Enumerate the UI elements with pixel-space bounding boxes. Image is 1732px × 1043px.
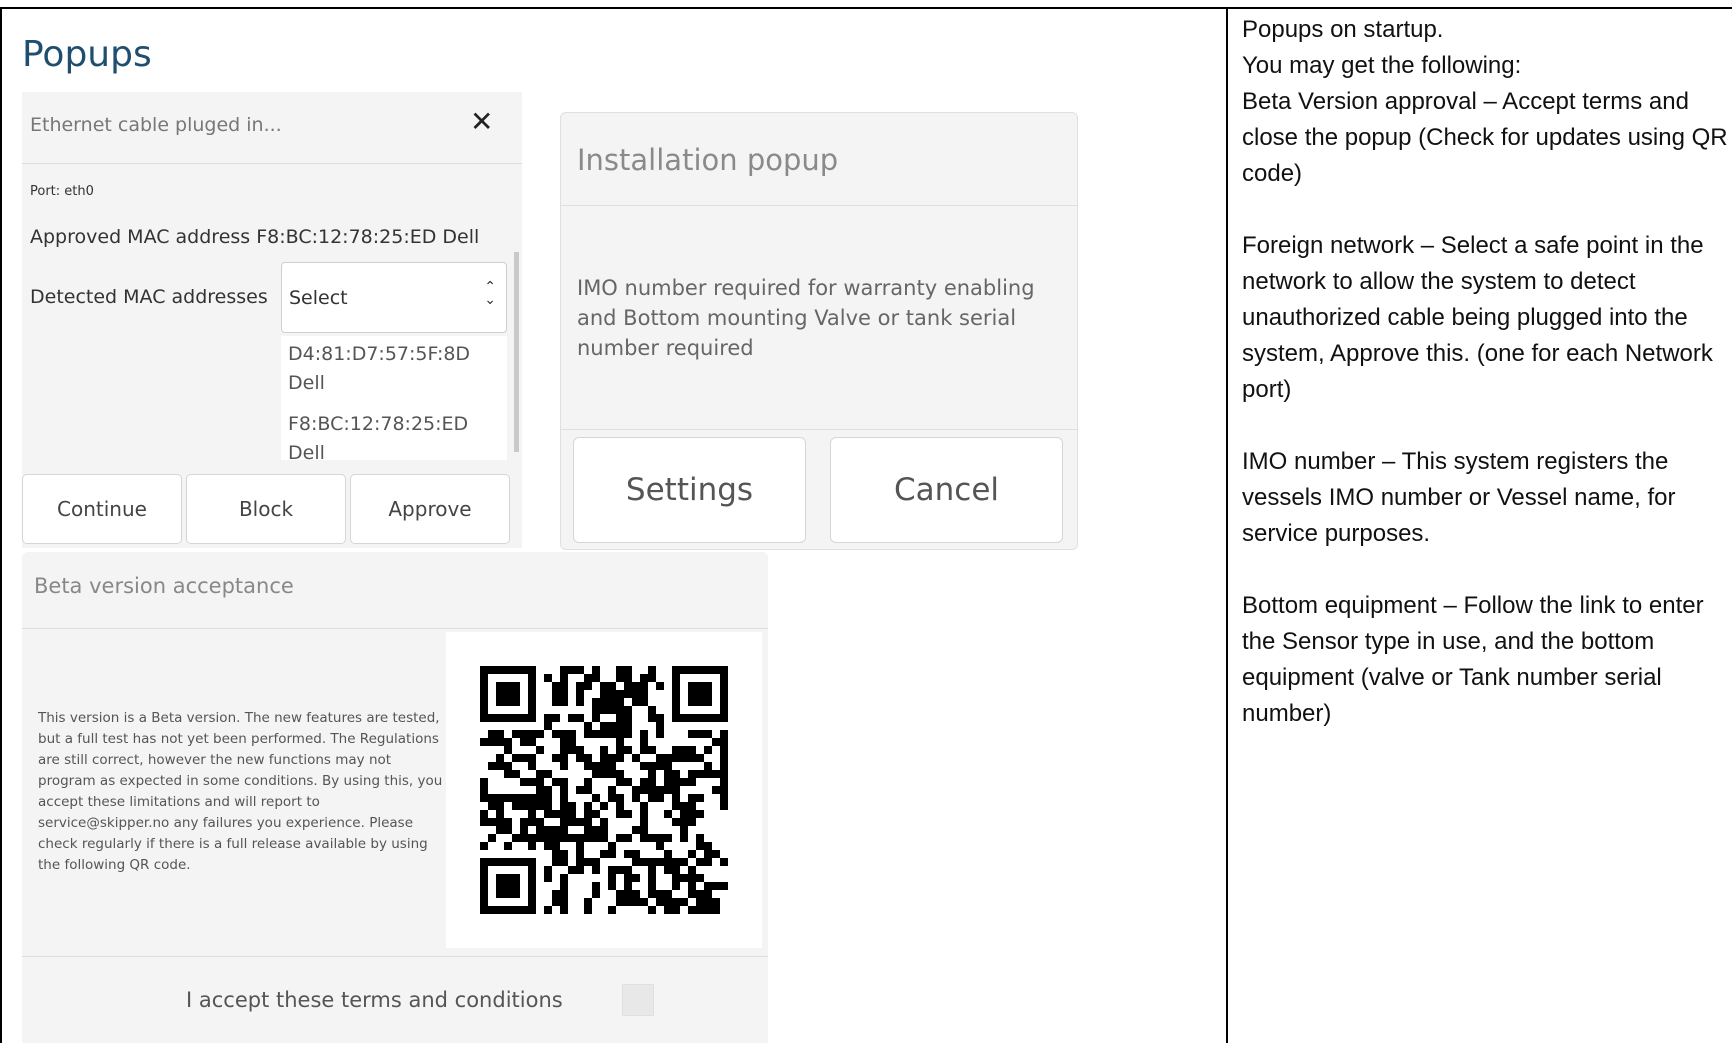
accept-terms-checkbox[interactable]: [622, 984, 654, 1016]
page-title: Popups: [22, 34, 152, 75]
settings-button[interactable]: Settings: [573, 437, 806, 543]
divider: [22, 628, 768, 629]
column-divider: [1226, 7, 1228, 1043]
notes-intro: Popups on startup.: [1242, 16, 1444, 43]
detected-mac-label: Detected MAC addresses: [30, 286, 268, 308]
divider: [561, 205, 1077, 206]
mac-option[interactable]: F8:BC:12:78:25:ED Dell: [281, 406, 507, 460]
ethernet-popup-header: Ethernet cable pluged in... ✕: [22, 92, 522, 164]
mac-option-address: F8:BC:12:78:25:ED: [288, 413, 469, 435]
ethernet-popup: Ethernet cable pluged in... ✕ Port: eth0…: [22, 92, 522, 548]
scrollbar[interactable]: [514, 252, 519, 452]
approve-button[interactable]: Approve: [350, 474, 510, 544]
note-foreign-network: Foreign network – Select a safe point in…: [1242, 232, 1713, 403]
port-label: Port: eth0: [30, 184, 94, 199]
mac-option[interactable]: D4:81:D7:57:5F:8D Dell: [281, 336, 507, 406]
beta-popup-message: This version is a Beta version. The new …: [38, 710, 443, 873]
note-bottom-equipment: Bottom equipment – Follow the link to en…: [1242, 592, 1704, 727]
divider: [22, 956, 768, 957]
mac-select[interactable]: Select ⌃ ⌄: [281, 262, 507, 333]
mac-option-vendor: Dell: [288, 442, 325, 460]
accept-terms-label: I accept these terms and conditions: [186, 988, 563, 1012]
mac-option-vendor: Dell: [288, 372, 325, 394]
notes-column: Popups on startup. You may get the follo…: [1242, 12, 1728, 732]
installation-popup: Installation popup IMO number required f…: [560, 112, 1078, 550]
note-imo-number: IMO number – This system registers the v…: [1242, 448, 1676, 547]
installation-popup-title: Installation popup: [577, 143, 839, 177]
installation-popup-message: IMO number required for warranty enablin…: [577, 276, 1035, 360]
updown-chevron-icon: ⌃ ⌄: [484, 279, 496, 308]
mac-select-value: Select: [289, 287, 348, 309]
continue-button[interactable]: Continue: [22, 474, 182, 544]
close-icon[interactable]: ✕: [470, 108, 493, 136]
cancel-button[interactable]: Cancel: [830, 437, 1063, 543]
mac-option-address: D4:81:D7:57:5F:8D: [288, 343, 471, 365]
ethernet-popup-title: Ethernet cable pluged in...: [30, 114, 282, 136]
qr-code: [446, 632, 762, 948]
beta-popup-title: Beta version acceptance: [34, 574, 294, 598]
beta-popup: Beta version acceptance This version is …: [22, 552, 768, 1043]
divider: [561, 429, 1077, 430]
note-beta: Beta Version approval – Accept terms and…: [1242, 88, 1728, 187]
notes-intro: You may get the following:: [1242, 52, 1522, 79]
block-button[interactable]: Block: [186, 474, 346, 544]
approved-mac: Approved MAC address F8:BC:12:78:25:ED D…: [30, 226, 480, 248]
